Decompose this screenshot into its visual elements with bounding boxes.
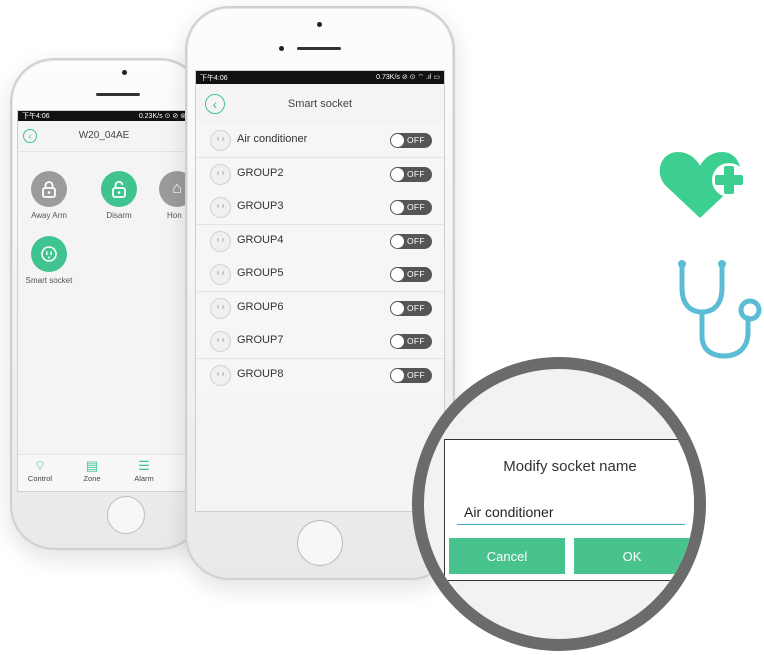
rename-dialog: Modify socket name Air conditioner Cance…	[444, 439, 694, 581]
wifi-icon: ⌔	[33, 458, 47, 473]
socket-icon	[210, 130, 231, 151]
socket-icon	[210, 298, 231, 319]
list-icon: ☰	[138, 458, 150, 473]
tab-label: Alarm	[134, 474, 154, 483]
status-bar: 下午4:06 0.23K/s ⊙ ⊘ ⊚	[18, 111, 190, 121]
earpiece-speaker	[96, 93, 140, 96]
power-toggle[interactable]: OFF	[390, 167, 432, 182]
tab-control[interactable]: ⌔ Control	[20, 458, 60, 483]
power-toggle[interactable]: OFF	[390, 334, 432, 349]
status-time: 下午4:06	[22, 113, 50, 120]
tab-zone[interactable]: ▤ Zone	[72, 458, 112, 483]
tile-smart-socket[interactable]: Smart socket	[19, 236, 79, 285]
power-toggle[interactable]: OFF	[390, 301, 432, 316]
tile-disarm[interactable]: Disarm	[89, 171, 149, 220]
stethoscope-icon	[668, 258, 764, 360]
left-phone: 下午4:06 0.23K/s ⊙ ⊘ ⊚ ‹ W20_04AE Away Arm…	[10, 58, 204, 550]
bottom-tab-bar: ⌔ Control ▤ Zone ☰ Alarm	[18, 454, 190, 491]
page-title: Smart socket	[287, 98, 353, 110]
home-button[interactable]	[297, 520, 343, 566]
nav-bar: ‹ W20_04AE	[18, 121, 190, 152]
socket-icon	[31, 236, 67, 272]
ok-button[interactable]: OK	[574, 538, 690, 574]
earpiece-speaker	[297, 47, 341, 50]
socket-name: GROUP6	[237, 301, 284, 313]
list-item[interactable]: GROUP4 OFF	[196, 225, 444, 259]
list-item[interactable]: GROUP3 OFF	[196, 191, 444, 225]
status-bar: 下午4:06 0.73K/s ⊘ ⊙ ⌔ .ıl ▭	[196, 71, 444, 84]
home-button[interactable]	[107, 496, 145, 534]
unlock-icon	[101, 171, 137, 207]
proximity-sensor	[279, 46, 284, 51]
nav-bar: ‹ Smart socket	[196, 84, 444, 125]
list-item[interactable]: GROUP6 OFF	[196, 292, 444, 326]
socket-name: GROUP4	[237, 234, 284, 246]
list-item[interactable]: Air conditioner OFF	[196, 124, 444, 158]
socket-name: GROUP2	[237, 167, 284, 179]
power-toggle[interactable]: OFF	[390, 267, 432, 282]
front-camera	[122, 70, 127, 75]
status-indicators: 0.73K/s ⊘ ⊙ ⌔ .ıl ▭	[376, 74, 440, 81]
power-toggle[interactable]: OFF	[390, 200, 432, 215]
power-toggle[interactable]: OFF	[390, 133, 432, 148]
socket-icon	[210, 197, 231, 218]
power-toggle[interactable]: OFF	[390, 234, 432, 249]
power-toggle[interactable]: OFF	[390, 368, 432, 383]
list-item[interactable]: GROUP8 OFF	[196, 359, 444, 392]
heart-plus-icon	[656, 146, 748, 222]
list-item[interactable]: GROUP5 OFF	[196, 258, 444, 292]
lock-icon	[31, 171, 67, 207]
socket-name: GROUP5	[237, 267, 284, 279]
tile-label: Disarm	[106, 211, 132, 220]
list-item[interactable]: GROUP7 OFF	[196, 325, 444, 359]
magnifier-lens: Modify socket name Air conditioner Cance…	[412, 357, 706, 651]
list-item[interactable]: GROUP2 OFF	[196, 158, 444, 192]
tab-label: Control	[27, 474, 53, 483]
tab-label: Zone	[83, 474, 101, 483]
page-title: W20_04AE	[78, 130, 130, 141]
tile-label: Away Arm	[31, 211, 67, 220]
socket-icon	[210, 231, 231, 252]
status-indicators: 0.23K/s ⊙ ⊘ ⊚	[138, 113, 186, 120]
right-screen: 下午4:06 0.73K/s ⊘ ⊙ ⌔ .ıl ▭ ‹ Smart socke…	[195, 70, 445, 512]
socket-icon	[210, 164, 231, 185]
socket-icon	[210, 365, 231, 386]
front-camera	[317, 22, 322, 27]
input-value: Air conditioner	[464, 504, 554, 520]
socket-icon	[210, 331, 231, 352]
tile-label: Smart socket	[25, 276, 73, 285]
left-screen: 下午4:06 0.23K/s ⊙ ⊘ ⊚ ‹ W20_04AE Away Arm…	[17, 110, 191, 492]
tab-alarm[interactable]: ☰ Alarm	[124, 458, 164, 483]
book-icon: ▤	[85, 458, 99, 473]
socket-icon	[210, 264, 231, 285]
socket-name: GROUP8	[237, 368, 284, 380]
socket-name: GROUP3	[237, 200, 284, 212]
tile-away-arm[interactable]: Away Arm	[19, 171, 79, 220]
socket-name: Air conditioner	[237, 133, 308, 145]
socket-name-input[interactable]: Air conditioner	[457, 502, 685, 525]
socket-name: GROUP7	[237, 334, 284, 346]
status-time: 下午4:06	[200, 74, 228, 82]
cancel-button[interactable]: Cancel	[449, 538, 565, 574]
dialog-title: Modify socket name	[503, 458, 637, 475]
